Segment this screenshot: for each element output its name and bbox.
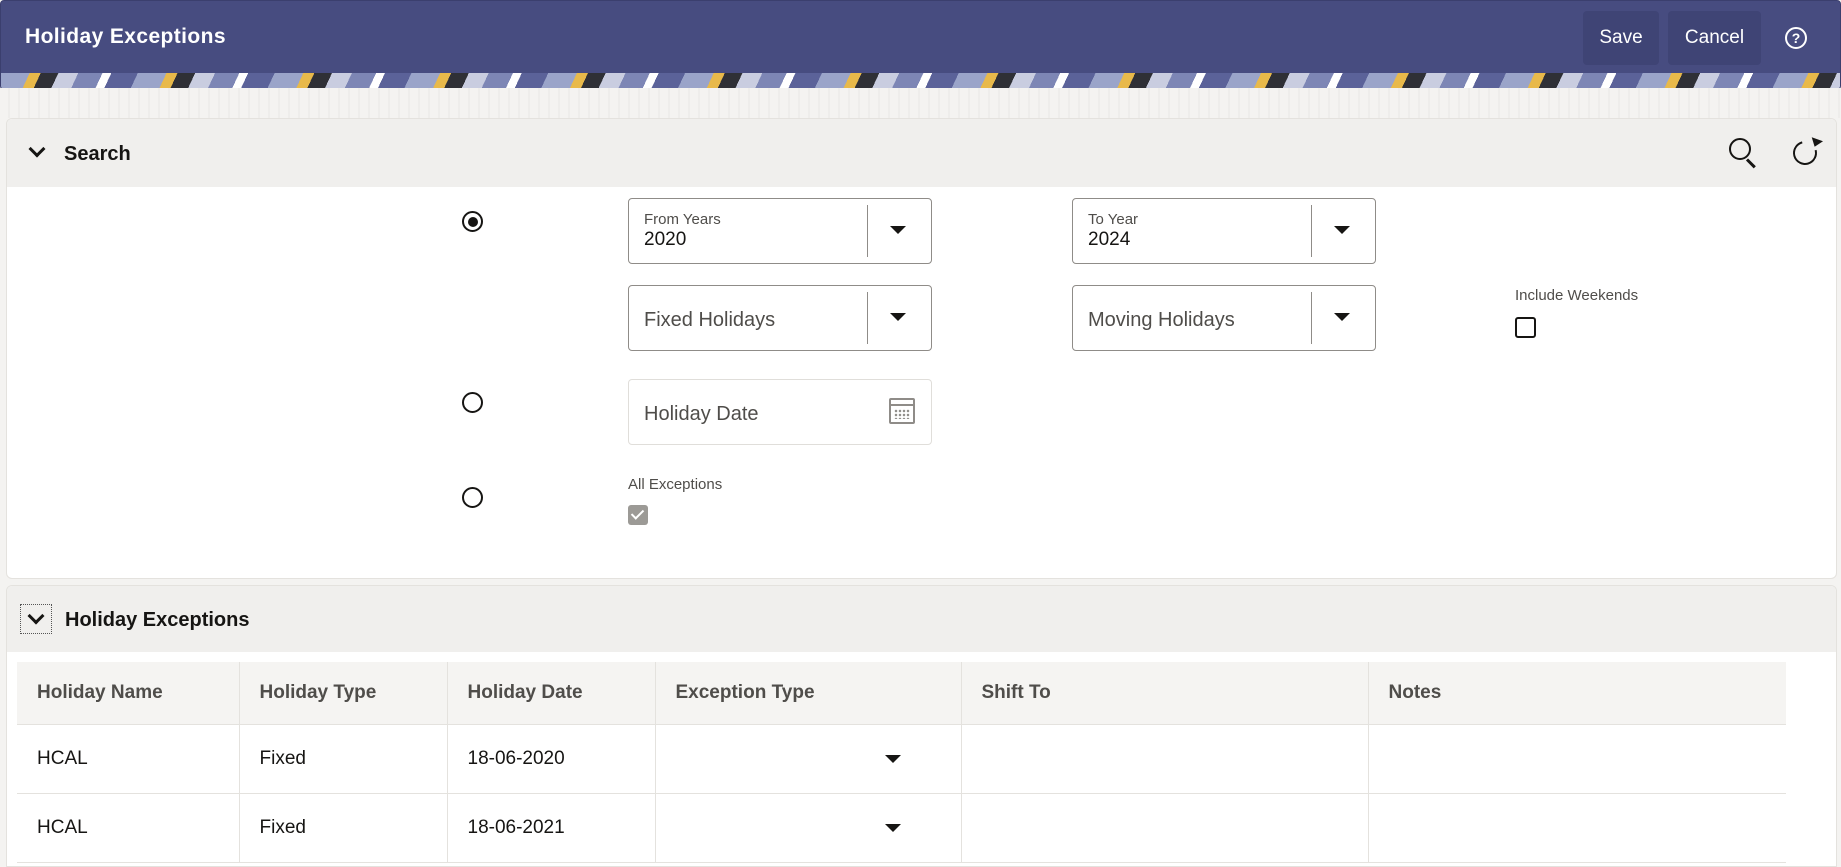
include-weekends-label: Include Weekends [1515,287,1639,304]
search-icon[interactable] [1725,134,1761,170]
holiday-exceptions-header: Holiday Exceptions [7,586,1836,652]
from-years-label: From Years [644,211,721,228]
search-panel-header[interactable]: Search [7,119,1836,187]
fixed-holidays-select[interactable]: Fixed Holidays [628,285,932,351]
column-header-holiday-name[interactable]: Holiday Name [17,662,240,725]
fixed-holidays-placeholder: Fixed Holidays [644,309,776,331]
all-exceptions-label: All Exceptions [628,476,723,493]
chevron-down-icon[interactable] [29,143,45,159]
help-button[interactable]: ? [1775,11,1817,65]
help-icon: ? [1785,27,1807,49]
calendar-icon[interactable] [889,398,915,424]
year-range-radio[interactable] [462,211,483,232]
column-header-exception-type[interactable]: Exception Type [655,662,962,725]
all-exceptions-checkbox [628,505,648,525]
column-header-holiday-type[interactable]: Holiday Type [239,662,448,725]
cell-holiday-type: Fixed [239,724,448,794]
column-header-shift-to[interactable]: Shift To [961,662,1369,725]
include-weekends-checkbox[interactable] [1515,317,1536,338]
column-header-holiday-date[interactable]: Holiday Date [447,662,656,725]
holiday-exceptions-panel: Holiday Exceptions Holiday Name Holiday … [6,585,1837,867]
to-year-label: To Year [1088,211,1139,228]
search-panel: Search From Years 2020 To Year 2024 Fixe… [6,118,1837,579]
app-header: Holiday Exceptions Save Cancel ? [0,0,1841,90]
header-bar [1,1,1840,73]
caret-down-icon[interactable] [884,824,901,832]
background-pattern [0,88,1841,118]
chevron-down-icon [28,610,44,626]
moving-holidays-placeholder: Moving Holidays [1088,309,1235,331]
from-years-value: 2020 [644,229,687,250]
cell-exception-type[interactable] [655,724,962,794]
cell-holiday-name: HCAL [17,793,240,863]
moving-holidays-select[interactable]: Moving Holidays [1072,285,1376,351]
cell-shift-to[interactable] [961,724,1369,794]
cell-holiday-date: 18-06-2021 [447,793,656,863]
from-years-select[interactable]: From Years 2020 [628,198,932,264]
all-exceptions-radio[interactable] [462,487,483,508]
caret-down-icon[interactable] [884,755,901,763]
caret-down-icon[interactable] [890,226,906,234]
caret-down-icon[interactable] [1334,313,1350,321]
to-year-value: 2024 [1088,229,1131,250]
cell-holiday-type: Fixed [239,793,448,863]
cell-notes[interactable] [1368,793,1786,863]
reset-icon[interactable] [1788,135,1824,171]
to-year-select[interactable]: To Year 2024 [1072,198,1376,264]
cell-shift-to[interactable] [961,793,1369,863]
page-title: Holiday Exceptions [25,25,226,48]
holiday-date-input[interactable]: Holiday Date [628,379,932,445]
header-decorative-pattern [1,73,1840,89]
caret-down-icon[interactable] [1334,226,1350,234]
holiday-date-radio[interactable] [462,392,483,413]
cell-notes[interactable] [1368,724,1786,794]
collapse-toggle[interactable] [20,604,52,634]
holiday-date-placeholder: Holiday Date [644,403,759,425]
column-header-notes[interactable]: Notes [1368,662,1786,725]
save-button[interactable]: Save [1583,11,1659,65]
table-row[interactable]: HCAL Fixed 18-06-2020 [17,724,1786,794]
table-header-row: Holiday Name Holiday Type Holiday Date E… [17,662,1786,725]
cancel-button[interactable]: Cancel [1668,11,1761,65]
cell-exception-type[interactable] [655,793,962,863]
cell-holiday-name: HCAL [17,724,240,794]
caret-down-icon[interactable] [890,313,906,321]
holiday-exceptions-title: Holiday Exceptions [65,609,250,631]
search-title: Search [64,143,131,165]
cell-holiday-date: 18-06-2020 [447,724,656,794]
holiday-exceptions-table: Holiday Name Holiday Type Holiday Date E… [17,662,1786,863]
table-row[interactable]: HCAL Fixed 18-06-2021 [17,793,1786,863]
